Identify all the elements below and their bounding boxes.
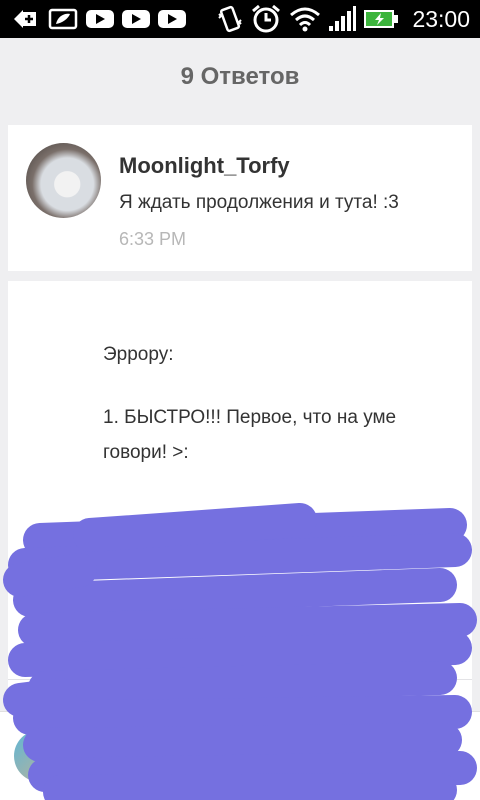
youtube-icon — [86, 0, 114, 38]
comment-text: Я ждать продолжения и тута! :3 — [119, 192, 399, 213]
avatar[interactable] — [14, 730, 66, 782]
clock-time: 23:00 — [412, 6, 470, 32]
youtube-icon — [158, 0, 186, 38]
comment-card[interactable]: Moonlight_Torfy Я ждать продолжения и ту… — [8, 125, 472, 271]
alarm-icon — [250, 0, 282, 38]
page-title: 9 Ответов — [180, 63, 300, 90]
add-icon — [12, 0, 38, 38]
signal-icon — [328, 0, 356, 38]
header: 9 Ответов — [0, 38, 480, 116]
message-line: Эррору: — [103, 344, 174, 365]
vibrate-icon — [216, 0, 244, 38]
avatar[interactable] — [26, 143, 101, 218]
status-bar: 23:00 — [0, 0, 480, 38]
leaf-card-icon — [48, 0, 78, 38]
comment-timestamp: 6:33 PM — [119, 229, 187, 249]
message-line: 1. БЫСТРО!!! Первое, что на уме — [103, 407, 397, 428]
message-card: Эррору: 1. БЫСТРО!!! Первое, что на уме … — [8, 281, 472, 711]
comment-username[interactable]: Moonlight_Torfy — [119, 153, 290, 179]
wifi-icon — [289, 0, 321, 38]
battery-charging-icon — [363, 0, 399, 38]
bottom-bar — [0, 711, 480, 800]
divider — [8, 679, 472, 680]
message-line: говори! >: — [103, 442, 189, 463]
youtube-icon — [122, 0, 150, 38]
